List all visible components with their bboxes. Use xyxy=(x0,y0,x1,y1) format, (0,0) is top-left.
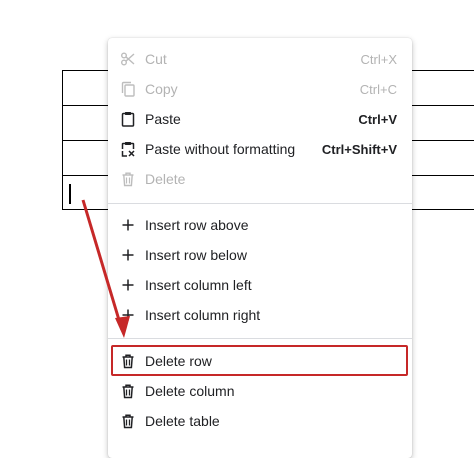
menu-item-insert-row-below[interactable]: Insert row below xyxy=(108,240,412,270)
plus-icon xyxy=(120,307,136,323)
clipboard-icon xyxy=(120,111,136,127)
clipboard-format-icon xyxy=(120,141,136,157)
scissors-icon xyxy=(120,51,136,67)
annotation-highlight-box xyxy=(111,345,408,376)
menu-item-shortcut: Ctrl+Shift+V xyxy=(321,141,397,157)
context-menu: Cut Ctrl+X Copy Ctrl+C Paste Ctrl+V Past… xyxy=(108,38,412,458)
trash-icon xyxy=(120,413,136,429)
menu-item-shortcut: Ctrl+V xyxy=(358,111,397,127)
menu-item-label: Delete table xyxy=(145,413,220,429)
menu-item-paste[interactable]: Paste Ctrl+V xyxy=(108,104,412,134)
plus-icon xyxy=(120,247,136,263)
menu-item-label: Delete xyxy=(145,171,186,187)
plus-icon xyxy=(120,217,136,233)
menu-item-delete[interactable]: Delete xyxy=(108,164,412,194)
menu-item-copy[interactable]: Copy Ctrl+C xyxy=(108,74,412,104)
menu-separator xyxy=(108,338,412,339)
copy-icon xyxy=(120,81,136,97)
menu-item-label: Insert column left xyxy=(145,277,252,293)
trash-icon xyxy=(120,383,136,399)
menu-item-label: Cut xyxy=(145,51,167,67)
menu-item-label: Delete column xyxy=(145,383,235,399)
trash-icon xyxy=(120,171,136,187)
menu-item-label: Insert row above xyxy=(145,217,249,233)
menu-item-label: Copy xyxy=(145,81,178,97)
menu-item-insert-column-left[interactable]: Insert column left xyxy=(108,270,412,300)
menu-item-insert-column-right[interactable]: Insert column right xyxy=(108,300,412,330)
text-cursor xyxy=(69,184,71,204)
menu-item-delete-table[interactable]: Delete table xyxy=(108,406,412,436)
menu-item-shortcut: Ctrl+X xyxy=(360,51,397,67)
menu-item-insert-row-above[interactable]: Insert row above xyxy=(108,210,412,240)
menu-item-cut[interactable]: Cut Ctrl+X xyxy=(108,44,412,74)
menu-item-delete-column[interactable]: Delete column xyxy=(108,376,412,406)
menu-item-label: Insert row below xyxy=(145,247,247,263)
menu-item-label: Paste xyxy=(145,111,181,127)
menu-item-label: Paste without formatting xyxy=(145,141,296,157)
menu-item-shortcut: Ctrl+C xyxy=(359,81,397,97)
menu-item-paste-without-formatting[interactable]: Paste without formatting Ctrl+Shift+V xyxy=(108,134,412,164)
menu-separator xyxy=(108,203,412,204)
menu-item-label: Insert column right xyxy=(145,307,261,323)
plus-icon xyxy=(120,277,136,293)
